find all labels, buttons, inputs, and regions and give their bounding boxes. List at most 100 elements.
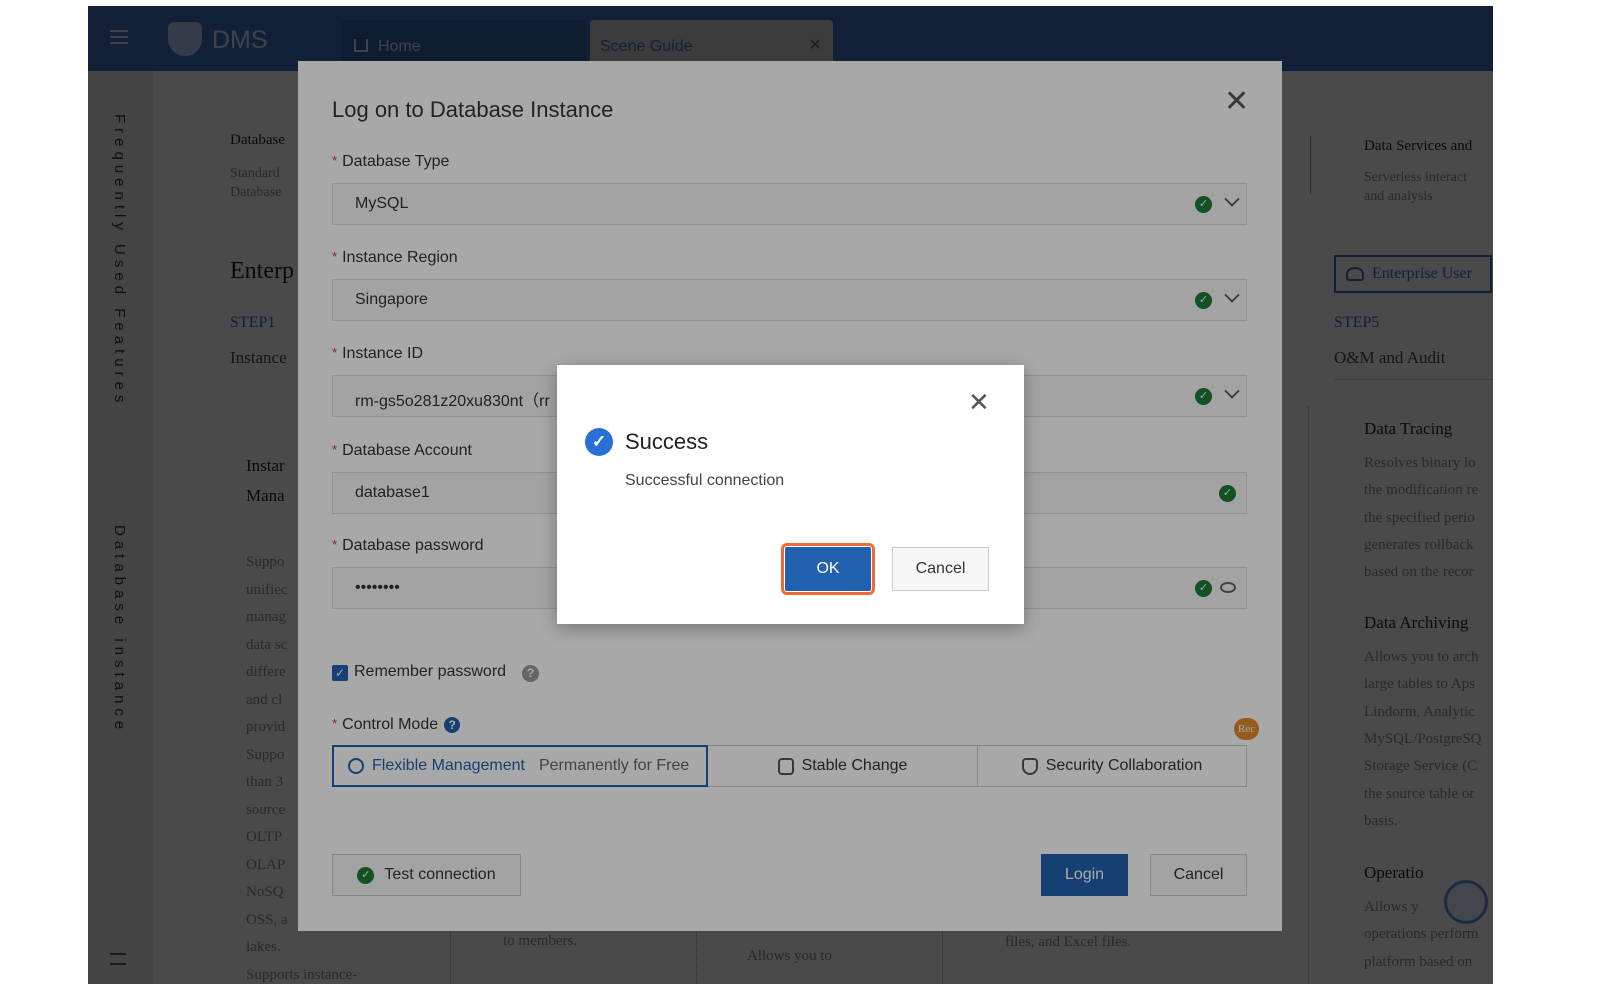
right-card-title: Data Services and [1364,138,1473,154]
step-label: STEP1 [230,314,276,331]
database-type-field[interactable]: MySQL ✓ [332,183,1247,225]
card-desc-line: Serverless interact [1364,170,1468,185]
field-value: database1 [355,484,430,501]
feature-title-line: Mana [246,486,285,505]
option-label: Security Collaboration [1045,757,1203,774]
valid-check-icon: ✓ [1195,196,1212,213]
valid-check-icon: ✓ [1195,580,1212,597]
control-mode-flexible[interactable]: Flexible Management Permanently for Free [332,745,708,787]
home-icon [354,39,368,52]
field-label-text: Instance ID [342,345,423,362]
test-connection-label: Test connection [384,866,496,883]
left-sidebar: Frequently Used Features Database instan… [88,71,154,984]
card-desc-line: Standard [230,166,280,181]
feature-description-line: Storage Service (C [1364,758,1478,775]
feature-description-line: large tables to Aps [1364,676,1475,693]
feature-description-line: MySQL/PostgreSQ [1364,730,1482,747]
feature-description-line: generates rollback [1364,536,1474,553]
dialog-title: Success [625,429,709,454]
feature-title: Data Archiving [1364,613,1469,632]
control-mode-security-collaboration[interactable]: Security Collaboration [977,745,1247,787]
dialog-message: Successful connection [625,472,785,489]
tab-close-icon[interactable]: × [809,34,821,57]
test-connection-button[interactable]: ✓ Test connection [332,854,521,896]
card-desc-line: Database [230,185,282,200]
feature-description-line: platform based on [1364,953,1473,970]
feature-description-line: the modification re [1364,482,1479,499]
sidebar-item-frequently-used[interactable]: Frequently Used Features [111,114,128,407]
menu-icon[interactable] [110,30,128,44]
control-mode-stable-change[interactable]: Stable Change [707,745,978,787]
success-check-icon: ✓ [357,866,375,884]
option-note: Permanently for Free [538,757,690,774]
stable-change-icon [777,757,794,775]
valid-check-icon: ✓ [1195,388,1212,405]
description-line: Supports instance- [246,966,358,983]
card-desc: Standard Database [230,164,281,202]
sidebar-item-database-instance[interactable]: Database instance [111,525,128,734]
feature-description-line: operations perform [1364,926,1479,943]
chevron-down-icon[interactable] [1224,191,1240,207]
control-mode-label-text: Control Mode [342,716,439,733]
chevron-down-icon[interactable] [1224,383,1240,399]
field-value: •••••••• [355,579,400,596]
field-label: * Database password [332,537,484,554]
instance-region-field[interactable]: Singapore ✓ [332,279,1247,321]
dialog-close-icon[interactable]: ✕ [968,389,990,415]
login-button[interactable]: Login [1041,854,1128,896]
field-label: * Instance ID [332,345,423,362]
success-check-circle-icon: ✓ [585,428,613,456]
card-desc-line: and analysis [1364,189,1433,204]
dms-logo-icon [168,22,202,56]
collapse-icon[interactable] [110,953,126,965]
step-title: Instance [230,348,287,367]
field-label-text: Database Type [342,153,450,170]
feature-description-line: Allows y [1364,899,1419,915]
option-label: Stable Change [801,757,908,774]
flexible-management-icon [348,758,364,774]
feature-description-line: Resolves binary lo [1364,455,1476,471]
feature-title: Instar Mana [246,451,285,511]
section-heading: Enterp [230,258,294,284]
modal-title: Log on to Database Instance [332,97,614,122]
users-icon [1346,267,1364,281]
help-icon[interactable]: ? [522,665,539,682]
feature-description-line: basis. [1364,812,1398,829]
feature-description-line: the source table or [1364,785,1475,802]
valid-check-icon: ✓ [1219,485,1236,502]
step5-title: O&M and Audit [1334,348,1446,367]
recommended-badge: Rec [1234,718,1260,740]
eye-hidden-icon[interactable] [1220,582,1236,593]
control-mode-help-icon[interactable]: ? [444,717,461,733]
card-text: to members. [503,933,578,949]
feature-description-line: Lindorm, Analytic [1364,703,1475,720]
feature-description-line: Allows you to arch [1364,649,1479,665]
field-label: * Database Account [332,442,472,459]
card-text: files, and Excel files. [1005,934,1132,950]
enterprise-user-button[interactable]: Enterprise User [1334,255,1492,293]
description-line: lakes. [246,939,281,955]
remember-password-checkbox[interactable]: ✓ [332,665,348,681]
feature-description-line: based on the recor [1364,564,1474,581]
valid-check-icon: ✓ [1195,292,1212,309]
enterprise-user-label: Enterprise User [1372,265,1472,282]
feature-title: Data Tracing [1364,419,1453,438]
field-value: Singapore [355,291,428,308]
dialog-cancel-button[interactable]: Cancel [892,547,989,591]
modal-cancel-button[interactable]: Cancel [1150,854,1247,896]
field-value: MySQL [355,195,409,212]
chevron-down-icon[interactable] [1224,287,1240,303]
support-assistant-icon[interactable] [1444,880,1488,924]
feature-description-line: the specified perio [1364,509,1475,526]
dialog-ok-button[interactable]: OK [781,543,875,595]
field-label-text: Database password [342,537,484,554]
field-value: rm-gs5o281z20xu830nt（rr [355,393,550,410]
tab-scene-guide-label: Scene Guide [600,38,693,55]
modal-close-icon[interactable]: ✕ [1224,87,1249,117]
field-label-text: Database Account [342,442,472,459]
brand-name: DMS [212,26,268,54]
right-card-desc: Serverless interact and analysis [1364,168,1467,206]
field-label: * Database Type [332,153,450,170]
feature-title: Operatio [1364,863,1424,882]
card-title: Database [230,132,285,148]
